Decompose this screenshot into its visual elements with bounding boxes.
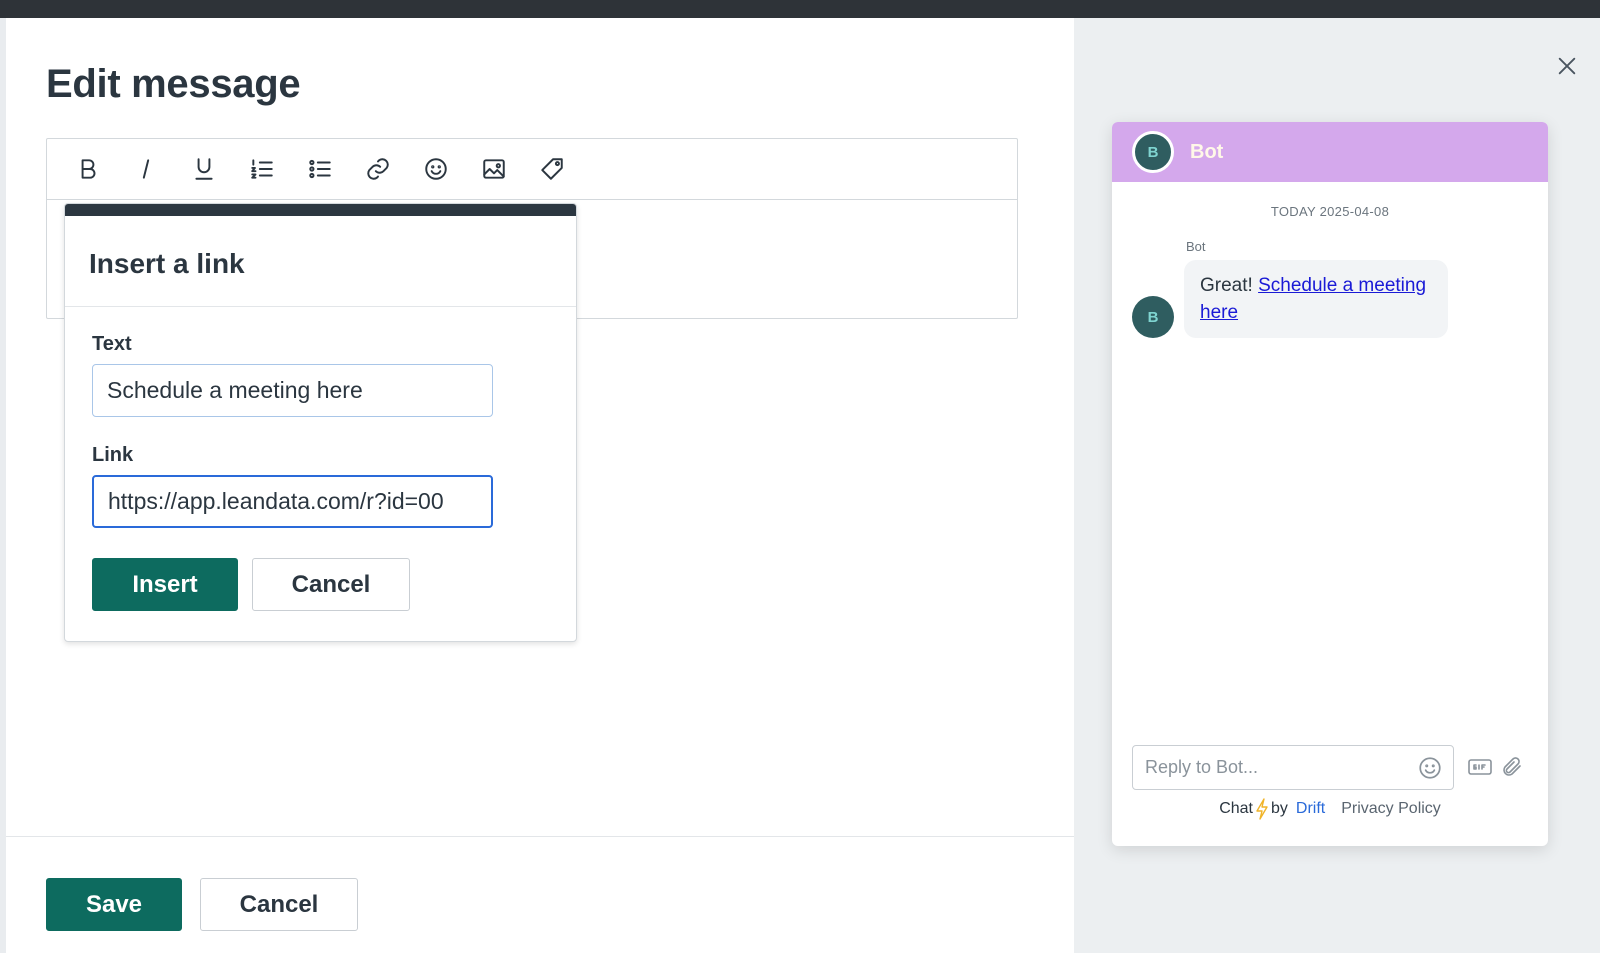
save-button[interactable]: Save <box>46 878 182 931</box>
close-button[interactable] <box>1551 50 1583 82</box>
ordered-list-button[interactable] <box>233 147 291 191</box>
popover-cancel-button[interactable]: Cancel <box>252 558 410 611</box>
close-icon <box>1558 57 1576 75</box>
bold-icon <box>81 159 96 179</box>
link-icon <box>367 158 389 180</box>
link-field-label: Link <box>92 444 134 466</box>
footer-divider <box>6 836 1074 837</box>
modal-footer-actions: Save Cancel <box>46 878 358 931</box>
bullet-list-icon <box>309 159 331 179</box>
page-title: Edit message <box>46 62 301 106</box>
chat-compose-box <box>1132 745 1454 790</box>
tag-button[interactable] <box>523 147 581 191</box>
chat-widget-preview: B Bot TODAY 2025-04-08 Bot B Great! Sche… <box>1112 122 1548 846</box>
footer-by-text: by <box>1270 800 1288 817</box>
message-text: Great! <box>1200 275 1259 296</box>
image-icon <box>483 159 505 179</box>
message-avatar: B <box>1132 296 1174 338</box>
drift-link[interactable]: Drift <box>1296 800 1325 818</box>
chat-header: B Bot <box>1112 122 1548 182</box>
italic-button[interactable] <box>117 147 175 191</box>
text-field-label: Text <box>92 333 132 355</box>
popover-body: Text Link Insert Cancel <box>65 307 576 611</box>
editor-toolbar <box>47 139 1017 200</box>
message-row: B Great! Schedule a meeting here <box>1132 260 1548 338</box>
insert-button[interactable]: Insert <box>92 558 238 611</box>
popover-title: Insert a link <box>89 248 245 279</box>
message-bubble: Great! Schedule a meeting here <box>1184 260 1448 338</box>
popover-header-bar <box>65 204 576 216</box>
gif-icon[interactable] <box>1468 758 1492 776</box>
bold-button[interactable] <box>59 147 117 191</box>
popover-actions: Insert Cancel <box>92 558 576 611</box>
link-url-input[interactable] <box>92 475 493 528</box>
reply-input[interactable] <box>1145 757 1417 778</box>
emoji-button[interactable] <box>407 147 465 191</box>
footer-chat-text: Chat <box>1219 800 1253 817</box>
editor-pane: Edit message Insert a link Text Schedule… <box>6 18 1074 953</box>
insert-link-popover: Insert a link Text Link Insert Cancel <box>64 203 577 642</box>
message-sender: Bot <box>1186 239 1206 254</box>
emoji-icon <box>425 158 447 180</box>
underline-button[interactable] <box>175 147 233 191</box>
lightning-bolt-icon <box>1256 798 1268 820</box>
paperclip-icon[interactable] <box>1500 755 1524 779</box>
popover-header: Insert a link <box>65 216 576 307</box>
ordered-list-icon <box>251 159 273 179</box>
emoji-icon[interactable] <box>1417 755 1443 781</box>
link-text-input[interactable] <box>92 364 493 417</box>
privacy-policy-link[interactable]: Privacy Policy <box>1341 800 1441 818</box>
chat-header-name: Bot <box>1190 140 1224 163</box>
underline-icon <box>195 158 213 180</box>
bot-avatar: B <box>1132 131 1174 173</box>
chat-branding-footer: Chat by Drift Privacy Policy <box>1112 795 1548 823</box>
chat-date-label: TODAY 2025-04-08 <box>1270 204 1390 219</box>
image-button[interactable] <box>465 147 523 191</box>
tag-icon <box>541 158 563 180</box>
italic-icon <box>142 159 150 179</box>
backdrop-strip <box>0 0 1600 18</box>
link-button[interactable] <box>349 147 407 191</box>
cancel-button[interactable]: Cancel <box>200 878 358 931</box>
bullet-list-button[interactable] <box>291 147 349 191</box>
